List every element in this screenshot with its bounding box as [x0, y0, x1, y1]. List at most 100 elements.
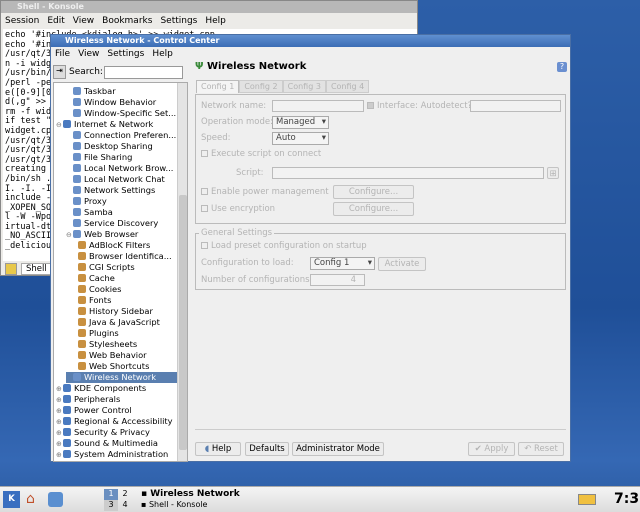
tree-item[interactable]: Fonts	[78, 295, 111, 306]
tree-item[interactable]: History Sidebar	[78, 306, 153, 317]
execute-script-checkbox[interactable]	[201, 150, 208, 157]
tree-item[interactable]: Desktop Sharing	[66, 141, 153, 152]
activate-button[interactable]: Activate	[378, 257, 426, 271]
klipper-tray-icon[interactable]	[578, 494, 596, 505]
home-icon[interactable]: ⌂	[26, 491, 35, 507]
tree-item[interactable]: Local Network Chat	[66, 174, 165, 185]
expand-icon[interactable]: ⊕	[56, 406, 63, 417]
desktop-4[interactable]: 4	[118, 500, 132, 511]
power-management-checkbox[interactable]	[201, 188, 208, 195]
collapse-icon[interactable]: ⊖	[56, 120, 63, 131]
help-button[interactable]: ◖ Help	[195, 442, 241, 456]
clock[interactable]: 7:36	[614, 491, 640, 507]
expand-icon[interactable]: ⊕	[56, 439, 63, 450]
tree-item[interactable]: Stylesheets	[78, 339, 137, 350]
tree-item[interactable]: Wireless Network	[66, 372, 178, 383]
task-wireless-network[interactable]: ▪ Wireless Network	[141, 489, 240, 499]
task-shell-konsole[interactable]: ▪ Shell - Konsole	[141, 500, 207, 509]
tree-item[interactable]: Local Network Brow...	[66, 163, 173, 174]
tree-item[interactable]: ⊕ Peripherals	[56, 394, 120, 405]
browse-script-icon[interactable]: ⊞	[547, 167, 559, 179]
speed-select[interactable]: Auto ▾	[272, 132, 329, 145]
menu-settings[interactable]: Settings	[107, 47, 144, 61]
collapse-icon[interactable]: ⊖	[66, 230, 73, 241]
defaults-button[interactable]: Defaults	[245, 442, 289, 456]
tree-item[interactable]: ⊕ Regional & Accessibility	[56, 416, 173, 427]
tree-item[interactable]: Samba	[66, 207, 113, 218]
tree-item[interactable]: File Sharing	[66, 152, 132, 163]
tree-item-label: Internet & Network	[74, 119, 154, 129]
search-input[interactable]	[104, 66, 183, 79]
desktop-1[interactable]: 1	[104, 489, 118, 500]
expand-icon[interactable]: ⊕	[56, 417, 63, 428]
tab-config-1[interactable]: Config 1	[196, 80, 240, 93]
menu-edit[interactable]: Edit	[47, 13, 64, 29]
tab-config-3[interactable]: Config 3	[282, 80, 326, 93]
interface-autodetect-checkbox[interactable]	[367, 102, 374, 109]
tab-config-2[interactable]: Config 2	[239, 80, 283, 93]
expand-icon[interactable]: ⊕	[56, 384, 63, 395]
tree-item[interactable]: Plugins	[78, 328, 119, 339]
expand-icon[interactable]: ⊕	[56, 395, 63, 406]
encryption-checkbox[interactable]	[201, 205, 208, 212]
menu-file[interactable]: File	[55, 47, 70, 61]
control-center-titlebar[interactable]: Wireless Network - Control Center	[51, 35, 570, 47]
menu-view[interactable]: View	[73, 13, 94, 29]
expand-icon[interactable]: ⊕	[56, 450, 63, 461]
tree-item[interactable]: ⊕ Security & Privacy	[56, 427, 150, 438]
menu-settings[interactable]: Settings	[160, 13, 197, 29]
browser-icon[interactable]	[48, 492, 63, 507]
new-session-icon[interactable]	[5, 262, 17, 275]
menu-help[interactable]: Help	[152, 47, 173, 61]
tree-item[interactable]: Network Settings	[66, 185, 155, 196]
menu-help[interactable]: Help	[205, 13, 226, 29]
tree-item[interactable]: Connection Preferen...	[66, 130, 176, 141]
operation-mode-select[interactable]: Managed ▾	[272, 116, 329, 129]
tree-item[interactable]: ⊖ Internet & Network	[56, 119, 153, 130]
menu-session[interactable]: Session	[5, 13, 39, 29]
menu-bookmarks[interactable]: Bookmarks	[102, 13, 152, 29]
tree-item[interactable]: Web Behavior	[78, 350, 147, 361]
tree-item[interactable]: ⊕ System Administration	[56, 449, 168, 460]
desktop-3[interactable]: 3	[104, 500, 118, 511]
tree-item[interactable]: ⊕ Sound & Multimedia	[56, 438, 158, 449]
network-name-input[interactable]	[272, 100, 364, 112]
configure-power-button[interactable]: Configure...	[333, 185, 414, 199]
configure-encryption-button[interactable]: Configure...	[333, 202, 414, 216]
tree-item[interactable]: Proxy	[66, 196, 107, 207]
whats-this-icon[interactable]: ?	[557, 62, 567, 72]
tree-item[interactable]: Cache	[78, 273, 115, 284]
administrator-mode-button[interactable]: Administrator Mode	[292, 442, 384, 456]
menu-view[interactable]: View	[78, 47, 99, 61]
tree-item[interactable]: ⊕ Power Control	[56, 405, 132, 416]
tree-item[interactable]: Taskbar	[66, 86, 116, 97]
tree-scrollbar[interactable]	[177, 83, 187, 461]
tree-item[interactable]: ⊖ Web Browser	[66, 229, 138, 240]
tree-item[interactable]: AdBlocK Filters	[78, 240, 150, 251]
tree-item[interactable]: Window Behavior	[66, 97, 156, 108]
reset-button[interactable]: ↶ Reset	[518, 442, 564, 456]
desktop-2[interactable]: 2	[118, 489, 132, 500]
apply-button[interactable]: ✔ Apply	[468, 442, 515, 456]
tree-item[interactable]: CGI Scripts	[78, 262, 135, 273]
expand-icon[interactable]: ⊕	[56, 428, 63, 439]
tree-item[interactable]: Web Shortcuts	[78, 361, 149, 372]
tree-item[interactable]: ⊕ KDE Components	[56, 383, 146, 394]
tab-config-4[interactable]: Config 4	[325, 80, 370, 93]
script-input[interactable]	[272, 167, 544, 179]
module-title: Wireless Network	[206, 61, 307, 72]
tree-item[interactable]: Java & JavaScript	[78, 317, 160, 328]
load-preset-checkbox[interactable]	[201, 242, 208, 249]
tree-item[interactable]: Service Discovery	[66, 218, 158, 229]
clear-search-icon[interactable]: ⇥	[53, 65, 66, 79]
config-to-load-select[interactable]: Config 1 ▾	[310, 257, 375, 270]
tree-item[interactable]: Window-Specific Set...	[66, 108, 176, 119]
konsole-tab[interactable]: Shell	[21, 262, 52, 275]
tree-item[interactable]: Browser Identifica...	[78, 251, 172, 262]
konsole-titlebar[interactable]: Shell - Konsole	[1, 1, 417, 13]
num-configs-spinbox[interactable]: 4	[310, 274, 365, 286]
module-icon	[78, 263, 86, 271]
kde-menu-icon[interactable]: K	[3, 491, 20, 508]
tree-item[interactable]: Cookies	[78, 284, 121, 295]
interface-input[interactable]	[470, 100, 561, 112]
